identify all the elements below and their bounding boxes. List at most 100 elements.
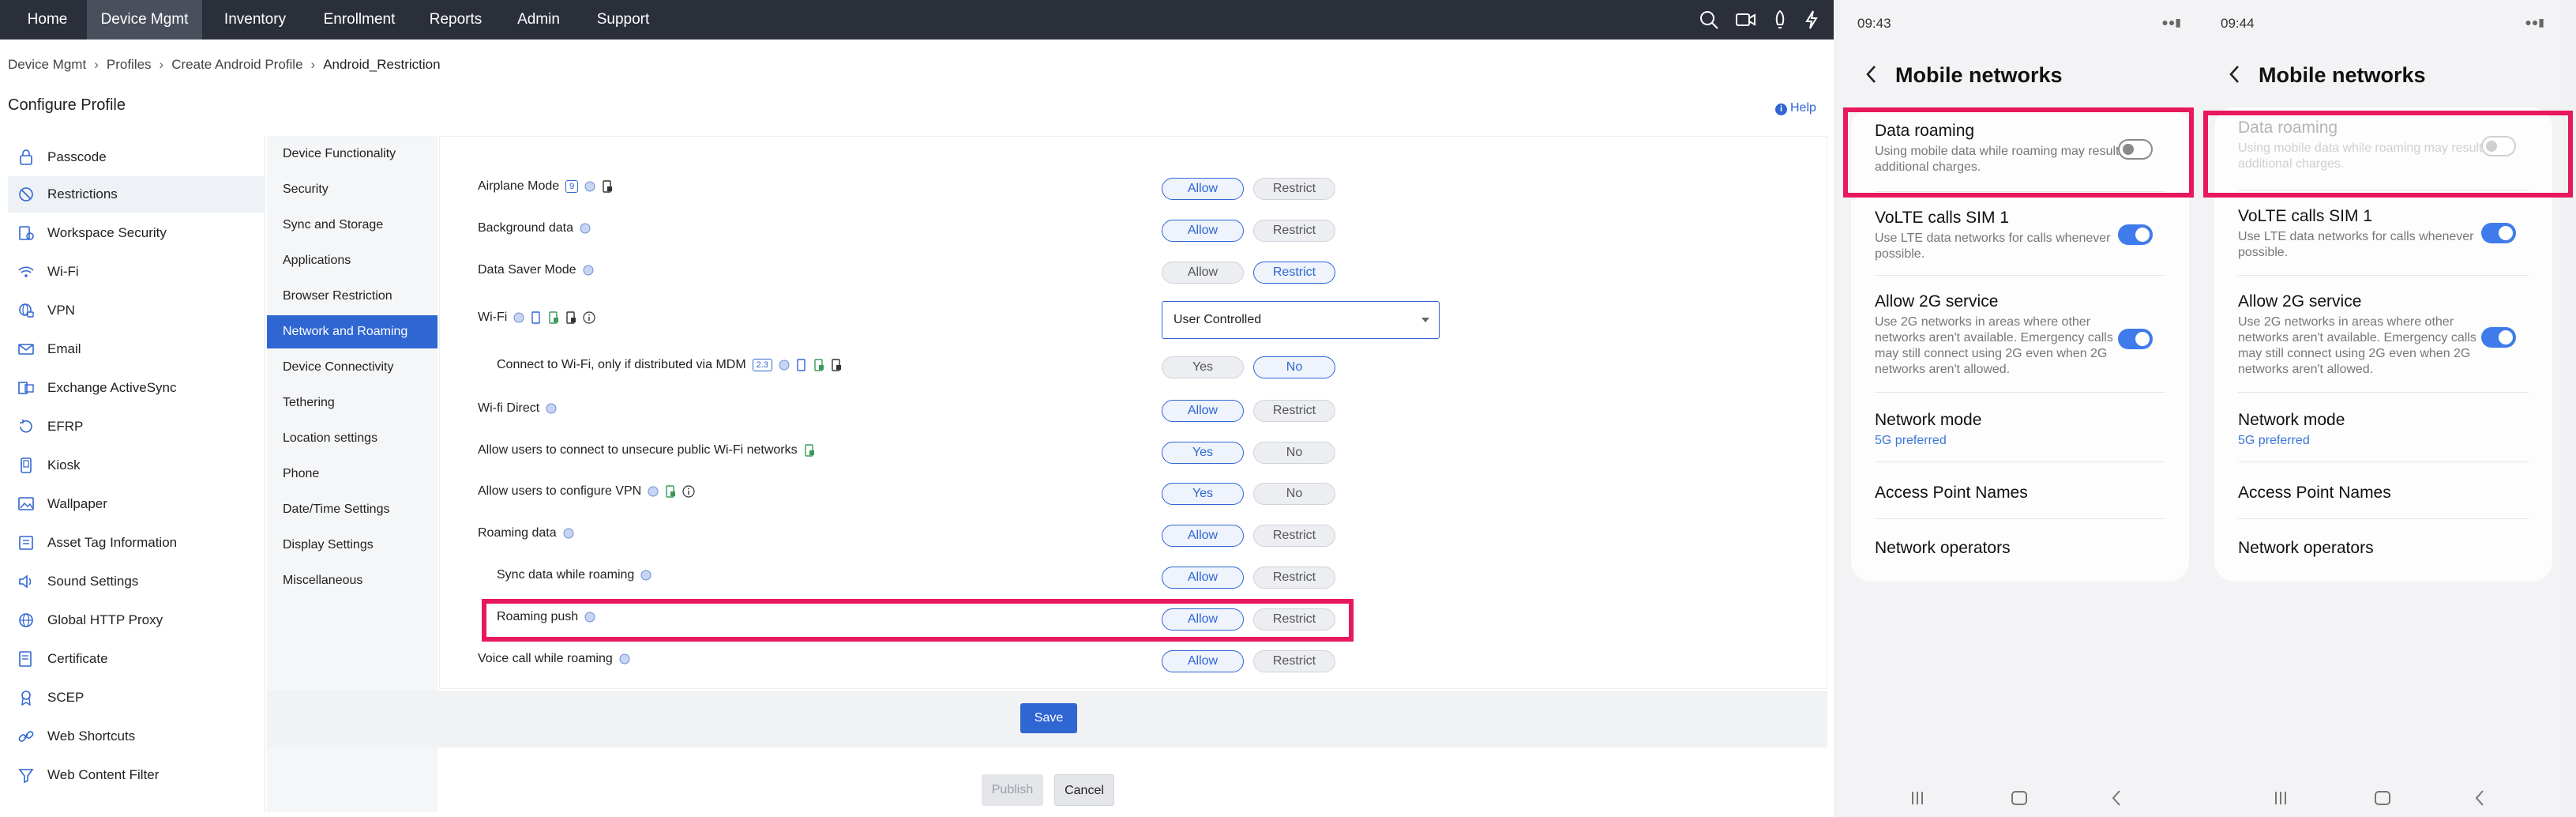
network-mode-item[interactable]: Network mode 5G preferred: [2238, 411, 2499, 449]
category-display-settings[interactable]: Display Settings: [267, 529, 437, 562]
option-restrict[interactable]: Restrict: [1253, 567, 1335, 589]
allow-2g-item[interactable]: Allow 2G service Use 2G networks in areas…: [1875, 292, 2135, 378]
option-no[interactable]: No: [1253, 442, 1335, 464]
category-network-and-roaming[interactable]: Network and Roaming: [267, 315, 437, 348]
publish-button[interactable]: Publish: [982, 774, 1043, 806]
option-yes[interactable]: Yes: [1162, 356, 1244, 378]
breadcrumb-device-mgmt[interactable]: Device Mgmt: [8, 57, 86, 72]
payload-kiosk[interactable]: Kiosk: [8, 447, 265, 484]
rocket-icon[interactable]: [1769, 9, 1791, 31]
cancel-button[interactable]: Cancel: [1054, 774, 1114, 806]
volte-item[interactable]: VoLTE calls SIM 1 Use LTE data networks f…: [2238, 207, 2499, 261]
back-arrow-icon[interactable]: [1864, 63, 1879, 85]
option-restrict[interactable]: Restrict: [1253, 525, 1335, 547]
recents-icon[interactable]: [1912, 792, 1923, 804]
nav-tab-reports[interactable]: Reports: [422, 0, 490, 40]
nav-tab-support[interactable]: Support: [588, 0, 659, 40]
back-arrow-icon[interactable]: [2227, 63, 2243, 85]
payload-vpn[interactable]: VPN: [8, 292, 265, 329]
payload-web-content-filter[interactable]: Web Content Filter: [8, 757, 265, 793]
home-icon[interactable]: [2375, 791, 2390, 805]
category-phone[interactable]: Phone: [267, 457, 437, 491]
home-icon[interactable]: [2011, 791, 2027, 805]
save-button[interactable]: Save: [1020, 703, 1077, 733]
payload-web-shortcuts[interactable]: Web Shortcuts: [8, 718, 265, 755]
network-operators-item[interactable]: Network operators: [1875, 539, 2011, 558]
option-yes[interactable]: Yes: [1162, 442, 1244, 464]
access-point-names-item[interactable]: Access Point Names: [2238, 484, 2391, 503]
setting-voice-call-roaming: Voice call while roaming Allow Restrict: [440, 644, 1822, 676]
flash-icon[interactable]: [1801, 9, 1823, 31]
network-mode-item[interactable]: Network mode 5G preferred: [1875, 411, 2135, 449]
back-icon[interactable]: [2475, 790, 2484, 806]
workspace-icon: [19, 226, 34, 240]
setting-sync-while-roaming: Sync data while roaming Allow Restrict: [440, 560, 1822, 592]
option-allow[interactable]: Allow: [1162, 400, 1244, 422]
nav-tab-home[interactable]: Home: [11, 0, 84, 40]
option-restrict[interactable]: Restrict: [1253, 262, 1335, 284]
android-nav-bar: [2275, 790, 2484, 806]
option-allow[interactable]: Allow: [1162, 178, 1244, 200]
search-icon[interactable]: [1698, 9, 1720, 31]
divider: [1875, 275, 2165, 276]
volte-toggle[interactable]: [2118, 224, 2153, 245]
access-point-names-item[interactable]: Access Point Names: [1875, 484, 2028, 503]
category-location-settings[interactable]: Location settings: [267, 422, 437, 455]
option-allow[interactable]: Allow: [1162, 567, 1244, 589]
payload-global-http-proxy[interactable]: Global HTTP Proxy: [8, 602, 265, 638]
category-sync-and-storage[interactable]: Sync and Storage: [267, 209, 437, 242]
info-icon[interactable]: [583, 311, 595, 324]
option-allow[interactable]: Allow: [1162, 262, 1244, 284]
breadcrumb-create-android-profile[interactable]: Create Android Profile: [171, 57, 302, 72]
network-operators-item[interactable]: Network operators: [2238, 539, 2374, 558]
option-no[interactable]: No: [1253, 356, 1335, 378]
wifi-control-select[interactable]: User Controlled: [1162, 301, 1440, 339]
payload-wallpaper[interactable]: Wallpaper: [8, 486, 265, 522]
nav-tab-inventory[interactable]: Inventory: [212, 0, 299, 40]
payload-wifi[interactable]: Wi-Fi: [8, 254, 265, 290]
video-icon[interactable]: [1734, 9, 1756, 31]
volte-item[interactable]: VoLTE calls SIM 1 Use LTE data networks f…: [1875, 209, 2135, 262]
help-link[interactable]: i Help: [1775, 101, 1816, 115]
payload-asset-tag[interactable]: Asset Tag Information: [8, 525, 265, 561]
payload-workspace-security[interactable]: Workspace Security: [8, 215, 265, 251]
nav-tab-enrollment[interactable]: Enrollment: [313, 0, 406, 40]
category-applications[interactable]: Applications: [267, 244, 437, 277]
nav-tab-device-mgmt[interactable]: Device Mgmt: [87, 0, 202, 40]
category-security[interactable]: Security: [267, 173, 437, 206]
payload-scep[interactable]: SCEP: [8, 680, 265, 716]
payload-restrictions[interactable]: Restrictions: [8, 176, 265, 213]
option-restrict[interactable]: Restrict: [1253, 400, 1335, 422]
option-allow[interactable]: Allow: [1162, 525, 1244, 547]
allow-2g-toggle[interactable]: [2481, 327, 2516, 348]
breadcrumb-profiles[interactable]: Profiles: [107, 57, 152, 72]
category-browser-restriction[interactable]: Browser Restriction: [267, 280, 437, 313]
category-device-connectivity[interactable]: Device Connectivity: [267, 351, 437, 384]
info-icon[interactable]: [682, 485, 695, 498]
option-yes[interactable]: Yes: [1162, 483, 1244, 505]
payload-sound-settings[interactable]: Sound Settings: [8, 563, 265, 600]
recents-icon[interactable]: [2275, 792, 2286, 804]
payload-exchange-activesync[interactable]: Exchange ActiveSync: [8, 370, 265, 406]
option-allow[interactable]: Allow: [1162, 220, 1244, 242]
payload-efrp[interactable]: EFRP: [8, 408, 265, 445]
option-no[interactable]: No: [1253, 483, 1335, 505]
back-icon[interactable]: [2112, 790, 2120, 806]
divider: [2238, 461, 2529, 462]
allow-2g-item[interactable]: Allow 2G service Use 2G networks in areas…: [2238, 292, 2499, 378]
payload-certificate[interactable]: Certificate: [8, 641, 265, 677]
allow-2g-toggle[interactable]: [2118, 329, 2153, 349]
payload-passcode[interactable]: Passcode: [8, 139, 265, 175]
nav-tab-admin[interactable]: Admin: [510, 0, 567, 40]
category-device-functionality[interactable]: Device Functionality: [267, 137, 437, 171]
category-miscellaneous[interactable]: Miscellaneous: [267, 564, 437, 597]
option-restrict[interactable]: Restrict: [1253, 178, 1335, 200]
option-restrict[interactable]: Restrict: [1253, 650, 1335, 672]
option-allow[interactable]: Allow: [1162, 650, 1244, 672]
option-restrict[interactable]: Restrict: [1253, 220, 1335, 242]
volte-toggle[interactable]: [2481, 223, 2516, 243]
category-tethering[interactable]: Tethering: [267, 386, 437, 420]
payload-email[interactable]: Email: [8, 331, 265, 367]
category-date-time-settings[interactable]: Date/Time Settings: [267, 493, 437, 526]
setting-wifi: Wi-Fi User Controlled: [440, 298, 1822, 342]
